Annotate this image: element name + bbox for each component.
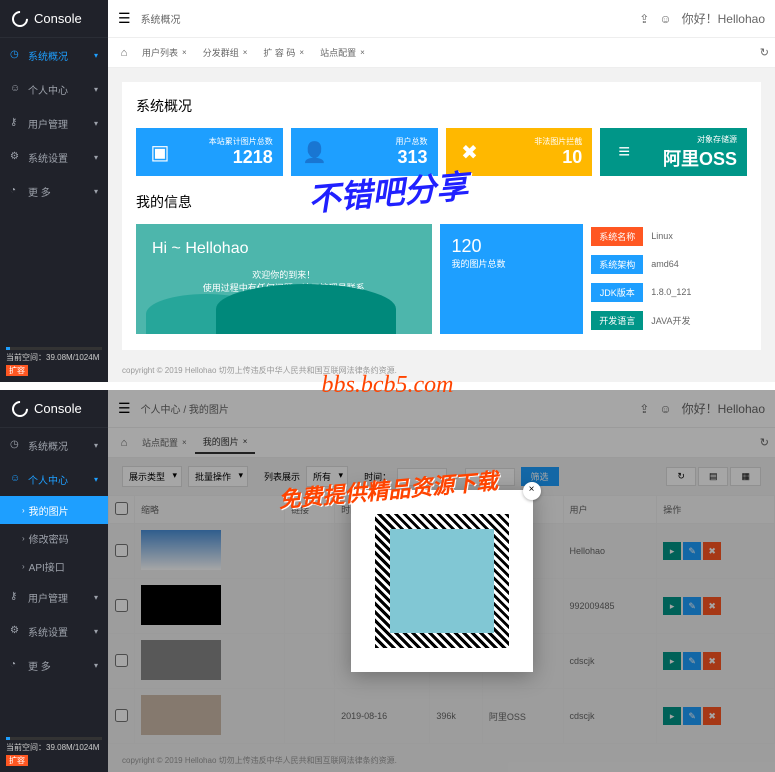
sidebar: Console ◷系统概况▾ ☺个人中心▾ ›我的图片 ›修改密码 ›API接口… — [0, 390, 108, 772]
more-icon: ◔ — [10, 659, 22, 671]
stat-storage: ≡对象存储源阿里OSS — [600, 128, 747, 176]
nav-personal-center[interactable]: ☺个人中心▾ — [0, 72, 108, 106]
gear-icon: ⚙ — [10, 151, 22, 163]
user-icon: ☺ — [10, 473, 22, 485]
tab-user-list[interactable]: 用户列表× — [134, 42, 195, 64]
chevron-down-icon: ▾ — [94, 187, 98, 196]
nav-menu: ◷系统概况▾ ☺个人中心▾ ⚷用户管理▾ ⚙系统设置▾ ◔更 多▾ — [0, 38, 108, 341]
home-tab-icon[interactable]: ⌂ — [114, 47, 134, 59]
space-expand-tag[interactable]: 扩容 — [6, 365, 28, 376]
nav-more[interactable]: ◔更 多▾ — [0, 174, 108, 208]
chevron-down-icon: ▾ — [94, 593, 98, 602]
my-images-card: 120 我的图片总数 — [440, 224, 584, 334]
tab-site-config[interactable]: 站点配置× — [312, 42, 373, 64]
stat-blocked: ✖非法图片拦截10 — [446, 128, 593, 176]
chevron-down-icon: ▾ — [94, 661, 98, 670]
nav-system-settings[interactable]: ⚙系统设置▾ — [0, 140, 108, 174]
sidebar: Console ◷系统概况▾ ☺个人中心▾ ⚷用户管理▾ ⚙系统设置▾ ◔更 多… — [0, 0, 108, 382]
arrow-icon: › — [22, 506, 25, 515]
stats-row: ▣本站累计图片总数1218 👤用户总数313 ✖非法图片拦截10 ≡对象存储源阿… — [136, 128, 747, 176]
breadcrumb: 系统概况 — [141, 11, 630, 26]
brand-text: Console — [34, 401, 82, 416]
arrow-icon: › — [22, 562, 25, 571]
close-icon[interactable]: × — [523, 482, 541, 500]
nav-system-overview[interactable]: ◷系统概况▾ — [0, 428, 108, 462]
chevron-down-icon: ▾ — [94, 153, 98, 162]
user-greeting[interactable]: 你好！Hellohao — [682, 10, 765, 27]
content: 系统概况 ▣本站累计图片总数1218 👤用户总数313 ✖非法图片拦截10 ≡对… — [108, 68, 775, 359]
share-icon[interactable]: ⇪ — [639, 12, 649, 26]
space-usage: 当前空间：39.08M/1024M 扩容 — [0, 341, 108, 382]
chevron-down-icon: ▾ — [94, 51, 98, 60]
console-screen-2: Console ◷系统概况▾ ☺个人中心▾ ›我的图片 ›修改密码 ›API接口… — [0, 390, 775, 772]
main-area: ☰ 系统概况 ⇪ ☺ 你好！Hellohao ⌂ 用户列表× 分发群组× 扩 容… — [108, 0, 775, 382]
nav-sub-my-images[interactable]: ›我的图片 — [0, 496, 108, 524]
tab-expand-code[interactable]: 扩 容 码× — [255, 42, 312, 64]
arrow-icon: › — [22, 534, 25, 543]
nav-system-settings[interactable]: ⚙系统设置▾ — [0, 614, 108, 648]
nav-sub-api[interactable]: ›API接口 — [0, 552, 108, 580]
chevron-down-icon: ▾ — [94, 85, 98, 94]
space-text: 当前空间：39.08M/1024M — [6, 742, 102, 753]
nav-sub-change-pwd[interactable]: ›修改密码 — [0, 524, 108, 552]
logo[interactable]: Console — [0, 0, 108, 38]
tab-distribute[interactable]: 分发群组× — [195, 42, 256, 64]
close-icon[interactable]: × — [299, 42, 304, 64]
home-icon: ◷ — [10, 49, 22, 61]
chevron-down-icon: ▾ — [94, 475, 98, 484]
watermark-url: bbs.bcb5.com — [322, 372, 454, 399]
space-usage: 当前空间：39.08M/1024M 扩容 — [0, 731, 108, 772]
logo-icon — [9, 397, 32, 420]
info-row: Hi ~ Hellohao 欢迎你的到来！ 使用过程中有任何问题，请于管理员联系… — [136, 224, 747, 336]
user-icon: ☺ — [10, 83, 22, 95]
stat-users: 👤用户总数313 — [291, 128, 438, 176]
image-icon: ▣ — [146, 138, 174, 166]
brand-text: Console — [34, 11, 82, 26]
nav-user-manage[interactable]: ⚷用户管理▾ — [0, 580, 108, 614]
qr-code — [367, 506, 517, 656]
menu-toggle-icon[interactable]: ☰ — [118, 10, 131, 27]
user-top-icon[interactable]: ☺ — [659, 12, 671, 26]
chevron-down-icon: ▾ — [94, 441, 98, 450]
space-text: 当前空间：39.08M/1024M — [6, 352, 102, 363]
refresh-icon[interactable]: ↻ — [760, 46, 769, 59]
space-expand-tag[interactable]: 扩容 — [6, 755, 28, 766]
welcome-greet: Hi ~ Hellohao — [152, 240, 416, 258]
console-screen-1: Console ◷系统概况▾ ☺个人中心▾ ⚷用户管理▾ ⚙系统设置▾ ◔更 多… — [0, 0, 775, 382]
close-icon[interactable]: × — [243, 42, 248, 64]
qr-modal: × — [351, 490, 533, 672]
chevron-down-icon: ▾ — [94, 627, 98, 636]
home-icon: ◷ — [10, 439, 22, 451]
person-icon: 👤 — [301, 138, 329, 166]
more-icon: ◔ — [10, 185, 22, 197]
gear-icon: ⚙ — [10, 625, 22, 637]
close-icon[interactable]: × — [360, 42, 365, 64]
tabbar: ⌂ 用户列表× 分发群组× 扩 容 码× 站点配置× ↻ — [108, 38, 775, 68]
chevron-down-icon: ▾ — [94, 119, 98, 128]
system-info: 系统名称Linux 系统架构amd64 JDK版本1.8.0_121 开发语言J… — [591, 224, 747, 336]
logo[interactable]: Console — [0, 390, 108, 428]
mountain-bg — [136, 284, 432, 334]
nav-user-manage[interactable]: ⚷用户管理▾ — [0, 106, 108, 140]
nav-system-overview[interactable]: ◷系统概况▾ — [0, 38, 108, 72]
users-icon: ⚷ — [10, 117, 22, 129]
info-title: 我的信息 — [136, 192, 747, 212]
nav-more[interactable]: ◔更 多▾ — [0, 648, 108, 682]
stat-images: ▣本站累计图片总数1218 — [136, 128, 283, 176]
logo-icon — [9, 7, 32, 30]
welcome-card: Hi ~ Hellohao 欢迎你的到来！ 使用过程中有任何问题，请于管理员联系 — [136, 224, 432, 334]
users-icon: ⚷ — [10, 591, 22, 603]
main-area: ☰ 个人中心 / 我的图片 ⇪ ☺ 你好！Hellohao ⌂ 站点配置× 我的… — [108, 390, 775, 772]
nav-menu: ◷系统概况▾ ☺个人中心▾ ›我的图片 ›修改密码 ›API接口 ⚷用户管理▾ … — [0, 428, 108, 731]
server-icon: ≡ — [610, 138, 638, 166]
section-title: 系统概况 — [136, 96, 747, 116]
topbar: ☰ 系统概况 ⇪ ☺ 你好！Hellohao — [108, 0, 775, 38]
block-icon: ✖ — [456, 138, 484, 166]
nav-personal-center[interactable]: ☺个人中心▾ — [0, 462, 108, 496]
close-icon[interactable]: × — [182, 42, 187, 64]
